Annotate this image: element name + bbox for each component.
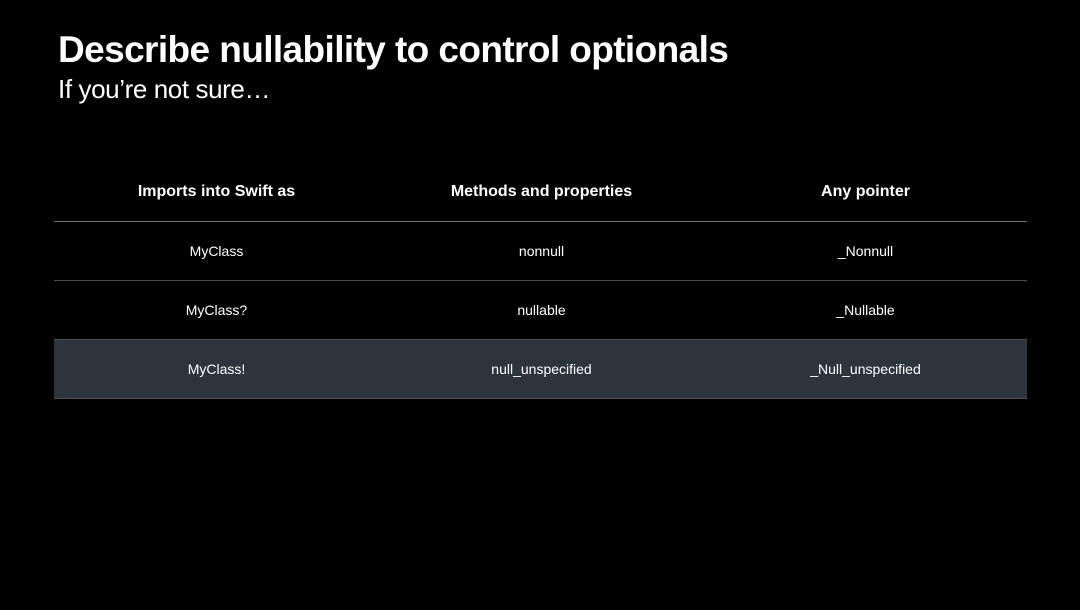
table-row: MyClass nonnull _Nonnull: [54, 222, 1027, 281]
table-cell-imports: MyClass!: [187, 361, 246, 377]
table-cell-pointer: _Null_unspecified: [810, 361, 921, 377]
slide-subtitle: If you’re not sure…: [58, 74, 271, 104]
table-cell-methods: null_unspecified: [491, 361, 592, 377]
table-header-row: Imports into Swift as Methods and proper…: [54, 163, 1027, 222]
table-cell-imports: MyClass: [189, 243, 244, 259]
table-cell-pointer: _Nullable: [836, 302, 895, 318]
table-cell-methods: nonnull: [518, 243, 565, 259]
column-header-methods: Methods and properties: [450, 183, 633, 200]
table-cell-pointer: _Nonnull: [837, 243, 894, 259]
slide-title: Describe nullability to control optional…: [58, 29, 729, 70]
nullability-table: Imports into Swift as Methods and proper…: [54, 163, 1027, 399]
column-header-pointer: Any pointer: [821, 183, 910, 200]
table-cell-imports: MyClass?: [185, 302, 248, 318]
table-row: MyClass? nullable _Nullable: [54, 281, 1027, 340]
column-header-imports: Imports into Swift as: [137, 183, 296, 200]
table-cell-methods: nullable: [517, 302, 566, 318]
table-row-highlighted: MyClass! null_unspecified _Null_unspecif…: [54, 340, 1027, 399]
